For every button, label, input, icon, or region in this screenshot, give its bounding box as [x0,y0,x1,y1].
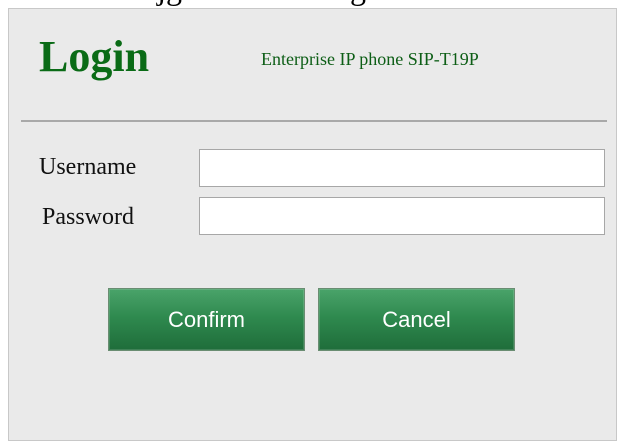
confirm-button[interactable]: Confirm [108,288,305,351]
password-label: Password [42,204,135,230]
header-divider [21,120,607,122]
username-input[interactable] [199,149,605,187]
cancel-button[interactable]: Cancel [318,288,515,351]
login-panel: Login Enterprise IP phone SIP-T19P Usern… [8,8,617,441]
device-model-label: Enterprise IP phone SIP-T19P [261,49,479,69]
username-label: Username [39,154,137,180]
password-input[interactable] [199,197,605,235]
login-title: Login [39,32,150,81]
partial-caption-text: U krijgt dan het inlogscherm an Yealink [0,0,622,8]
